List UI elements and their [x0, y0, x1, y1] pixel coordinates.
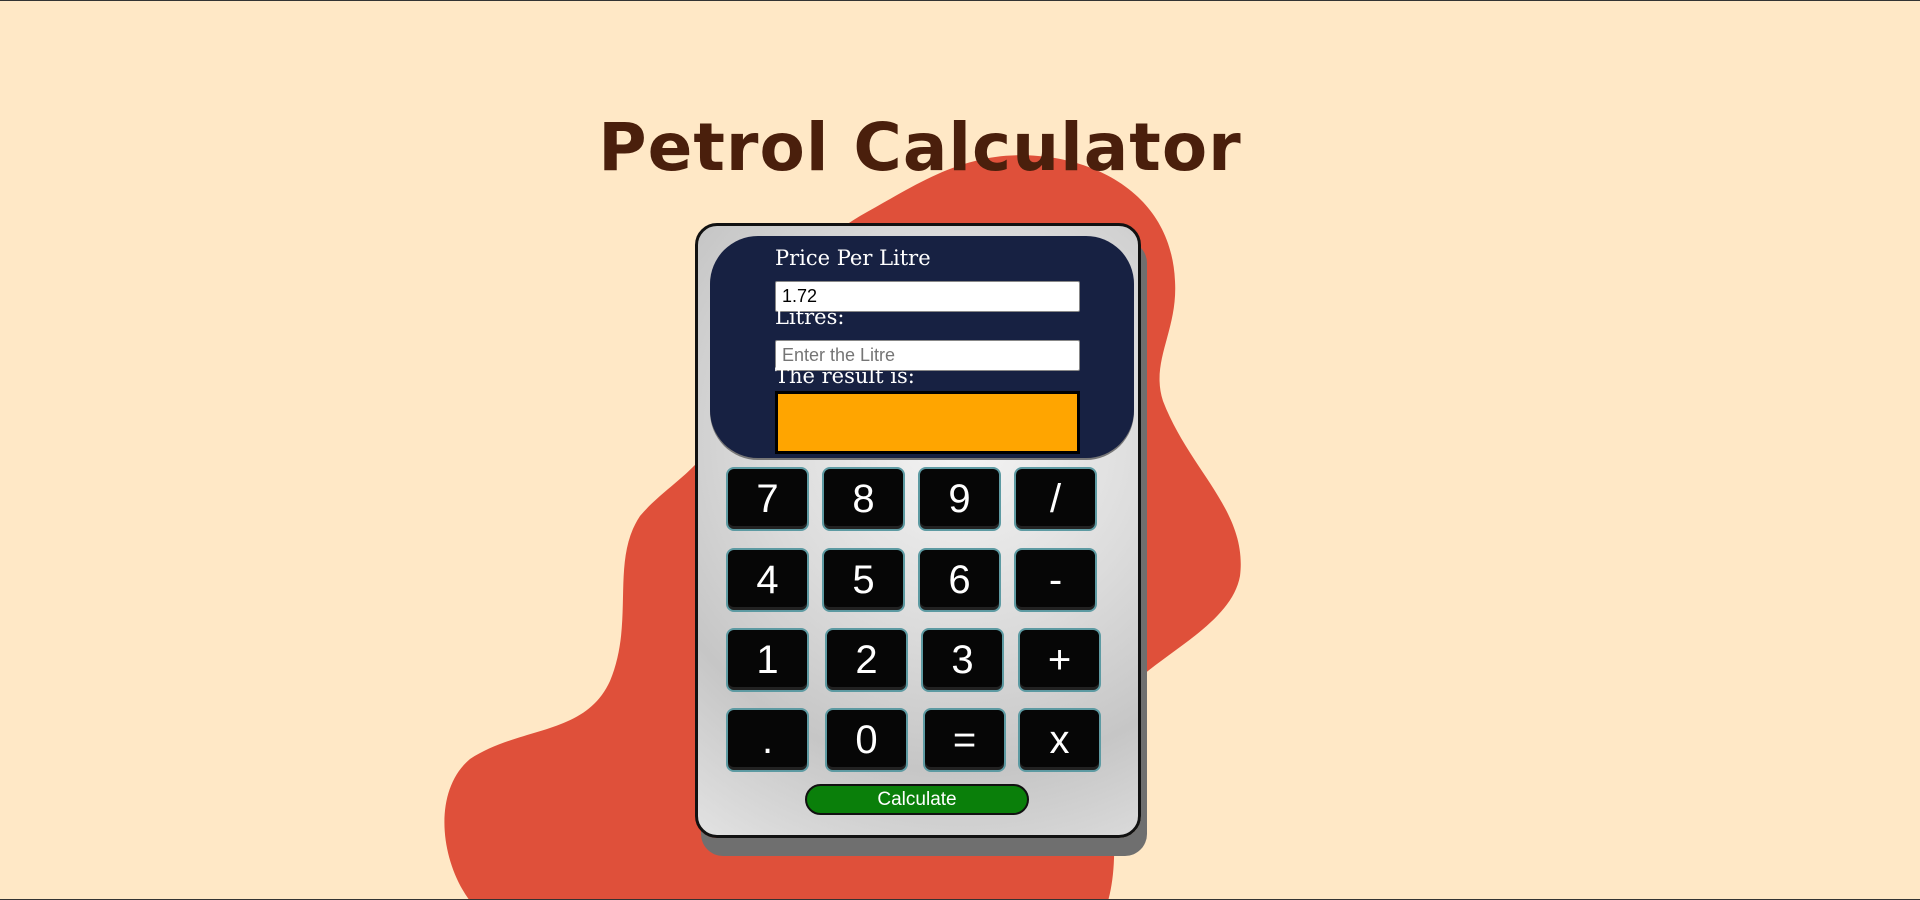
key-multiply[interactable]: x — [1018, 708, 1101, 772]
calculator-screen: Price Per Litre Litres: The result is: — [710, 236, 1134, 458]
key-1[interactable]: 1 — [726, 628, 809, 692]
litres-label: Litres: — [775, 305, 845, 329]
calculator: Price Per Litre Litres: The result is: 7… — [695, 223, 1141, 838]
key-minus[interactable]: - — [1014, 548, 1097, 612]
key-0[interactable]: 0 — [825, 708, 908, 772]
key-divide[interactable]: / — [1014, 467, 1097, 531]
key-2[interactable]: 2 — [825, 628, 908, 692]
key-plus[interactable]: + — [1018, 628, 1101, 692]
key-4[interactable]: 4 — [726, 548, 809, 612]
key-3[interactable]: 3 — [921, 628, 1004, 692]
key-8[interactable]: 8 — [822, 467, 905, 531]
result-label: The result is: — [775, 364, 915, 388]
page: Petrol Calculator Price Per Litre Litres… — [0, 0, 1920, 900]
key-5[interactable]: 5 — [822, 548, 905, 612]
calculate-button[interactable]: Calculate — [805, 784, 1029, 815]
key-equals[interactable]: = — [923, 708, 1006, 772]
key-6[interactable]: 6 — [918, 548, 1001, 612]
result-display — [775, 391, 1080, 454]
key-9[interactable]: 9 — [918, 467, 1001, 531]
price-label: Price Per Litre — [775, 246, 931, 270]
page-title: Petrol Calculator — [598, 109, 1242, 186]
key-7[interactable]: 7 — [726, 467, 809, 531]
key-decimal[interactable]: . — [726, 708, 809, 772]
